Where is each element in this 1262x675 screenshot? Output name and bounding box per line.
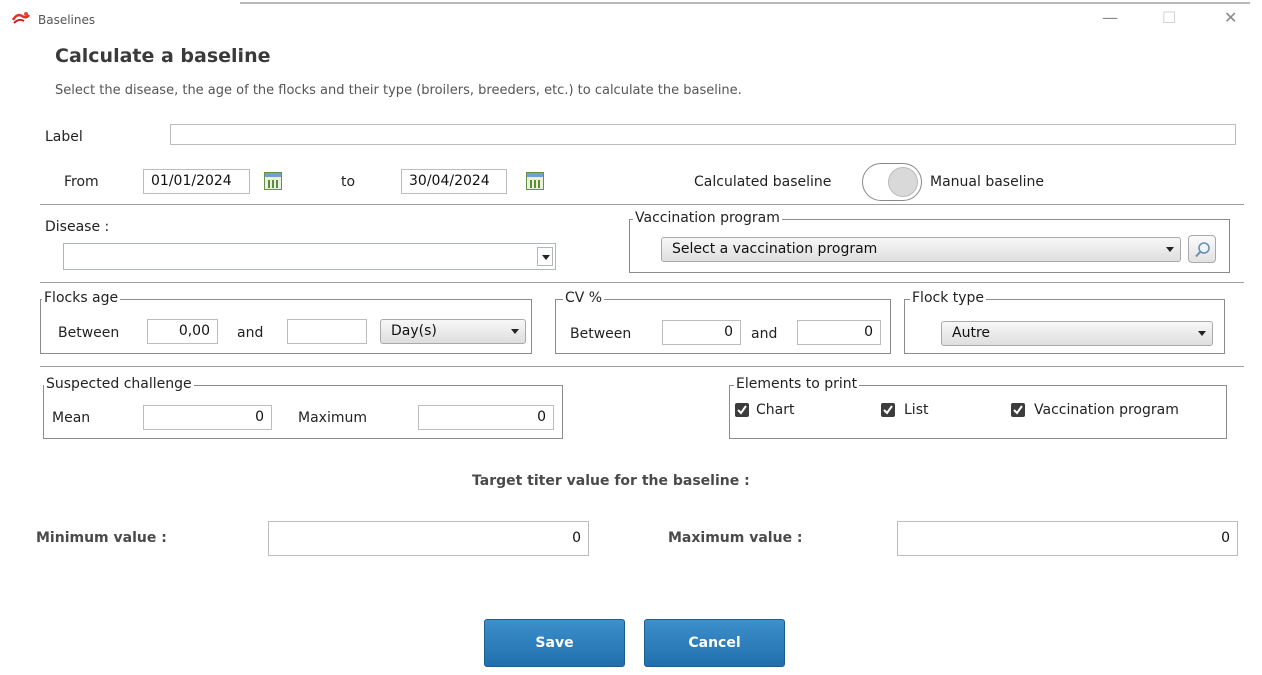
minimize-button[interactable]: —	[1102, 10, 1118, 26]
flock-type-select[interactable]: Autre	[941, 321, 1213, 346]
chevron-down-icon	[537, 247, 553, 266]
chart-checkbox[interactable]	[735, 403, 749, 417]
age-unit-value: Day(s)	[391, 323, 437, 339]
mean-input[interactable]: 0	[143, 405, 272, 430]
maximum-value-input[interactable]: 0	[897, 521, 1238, 556]
vaccination-program-select[interactable]: Select a vaccination program	[661, 237, 1181, 262]
cv-and-label: and	[751, 326, 778, 342]
close-button[interactable]: ✕	[1224, 10, 1237, 26]
to-caption: to	[341, 174, 356, 190]
window-title-bar: Baselines — ☐ ✕	[0, 0, 1262, 36]
vaccination-program-value: Select a vaccination program	[672, 241, 878, 257]
cv-between-label: Between	[570, 326, 632, 342]
label-caption: Label	[45, 129, 83, 145]
disease-select[interactable]	[63, 243, 556, 270]
cv-legend: CV %	[563, 290, 605, 306]
search-vaccination-button[interactable]	[1188, 235, 1216, 263]
chevron-down-icon	[1162, 240, 1178, 259]
toggle-knob	[888, 167, 918, 197]
list-checkbox[interactable]	[881, 403, 895, 417]
from-caption: From	[64, 174, 99, 190]
vaccination-program-legend: Vaccination program	[633, 210, 782, 226]
page-title: Calculate a baseline	[55, 45, 271, 67]
flocks-age-legend: Flocks age	[42, 290, 121, 306]
window-title: Baselines	[38, 13, 96, 27]
cv-min-input[interactable]: 0	[662, 320, 741, 345]
save-button[interactable]: Save	[484, 619, 625, 667]
disease-caption: Disease :	[45, 219, 110, 235]
app-logo-icon	[11, 12, 30, 24]
suspected-challenge-legend: Suspected challenge	[44, 376, 194, 392]
elements-to-print-legend: Elements to print	[734, 376, 860, 392]
chart-checkbox-label: Chart	[756, 402, 795, 418]
divider	[40, 282, 1244, 283]
flocks-age-min-input[interactable]: 0,00	[147, 319, 218, 344]
chevron-down-icon	[507, 322, 523, 341]
mean-label: Mean	[52, 410, 91, 426]
flocks-age-between-label: Between	[58, 325, 120, 341]
checkmark-icon	[737, 405, 747, 415]
maximum-input[interactable]: 0	[418, 405, 554, 430]
chevron-down-icon	[1194, 324, 1210, 343]
divider	[40, 204, 1244, 205]
cv-max-input[interactable]: 0	[797, 320, 881, 345]
target-titer-heading: Target titer value for the baseline :	[472, 473, 750, 489]
divider	[40, 366, 1244, 367]
checkmark-icon	[883, 405, 893, 415]
calendar-icon[interactable]	[264, 172, 282, 190]
vaccination-program-checkbox[interactable]	[1011, 403, 1025, 417]
maximum-label: Maximum	[298, 410, 367, 426]
baseline-mode-toggle[interactable]	[862, 163, 922, 201]
list-checkbox-label: List	[904, 402, 929, 418]
minimum-value-label: Minimum value :	[36, 530, 167, 546]
label-input[interactable]	[170, 124, 1236, 145]
cancel-button[interactable]: Cancel	[644, 619, 785, 667]
search-icon	[1195, 242, 1210, 258]
maximum-value-label: Maximum value :	[668, 530, 803, 546]
to-date-input[interactable]: 30/04/2024	[401, 169, 507, 194]
maximize-button[interactable]: ☐	[1162, 10, 1176, 26]
minimum-value-input[interactable]: 0	[268, 521, 589, 556]
from-date-input[interactable]: 01/01/2024	[143, 169, 250, 194]
calculated-baseline-label: Calculated baseline	[694, 174, 832, 190]
page-subtitle: Select the disease, the age of the flock…	[55, 83, 742, 98]
flocks-age-max-input[interactable]	[287, 319, 367, 344]
vaccination-program-checkbox-label: Vaccination program	[1034, 402, 1179, 418]
flock-type-legend: Flock type	[910, 290, 987, 306]
window-top-border	[240, 2, 1250, 4]
flocks-age-and-label: and	[237, 325, 264, 341]
calendar-icon[interactable]	[526, 172, 544, 190]
age-unit-select[interactable]: Day(s)	[380, 319, 526, 344]
manual-baseline-label: Manual baseline	[930, 174, 1044, 190]
flock-type-value: Autre	[952, 325, 991, 341]
checkmark-icon	[1013, 405, 1023, 415]
